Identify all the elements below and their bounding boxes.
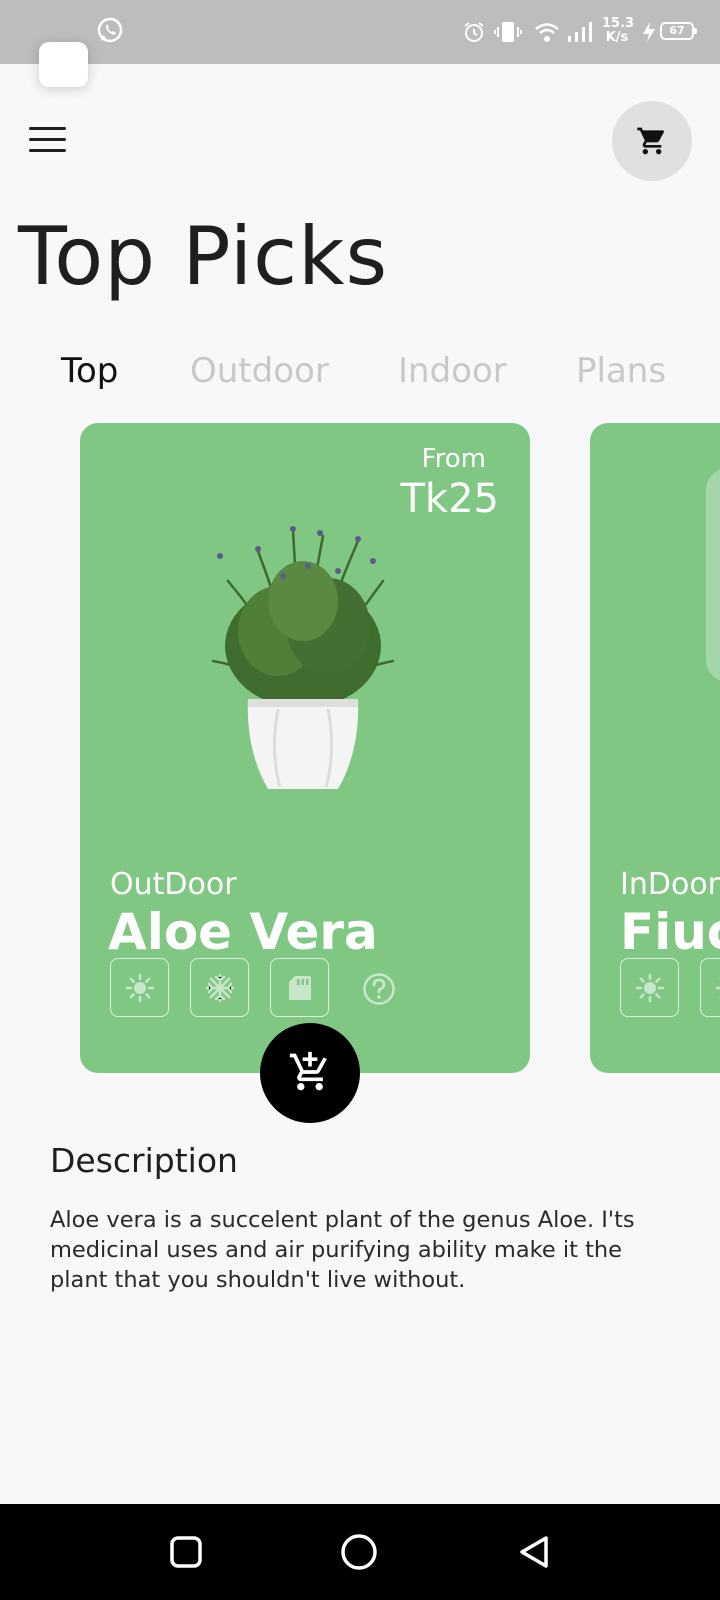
shopping-cart-icon: [637, 127, 665, 155]
status-bar: 15.3 K/s 67: [0, 0, 720, 64]
signal-icon: [568, 22, 592, 42]
plant-card[interactable]: InDoor Fiuc: [590, 423, 720, 1073]
page-title: Top Picks: [18, 210, 389, 303]
description-title: Description: [50, 1141, 238, 1180]
vibrate-icon: [494, 22, 522, 42]
card-image-edge: [706, 468, 720, 682]
tab-indoor[interactable]: Indoor: [398, 348, 507, 394]
network-speed-unit: K/s: [605, 30, 629, 45]
home-circle-icon[interactable]: [340, 1533, 378, 1571]
chip-snow[interactable]: [190, 958, 249, 1017]
network-speed: 15.3 K/s: [602, 16, 635, 45]
description-text: Aloe vera is a succelent plant of the ge…: [50, 1207, 635, 1293]
wifi-icon: [535, 23, 559, 42]
battery-icon: 67: [660, 22, 697, 40]
plant-card[interactable]: From Tk25 OutDoor Aloe Vera: [80, 423, 530, 1073]
snowflake-icon: [205, 973, 235, 1003]
chip-snow[interactable]: [700, 958, 720, 1017]
tab-plans[interactable]: Plans: [576, 348, 666, 394]
add-cart-icon: [289, 1051, 327, 1091]
chip-card[interactable]: [270, 958, 329, 1017]
category-tabs: Top Outdoor Indoor Plans: [0, 348, 720, 398]
recents-square-icon[interactable]: [168, 1534, 204, 1570]
sun-icon: [635, 973, 665, 1003]
network-speed-value: 15.3: [602, 16, 635, 31]
sun-icon: [125, 973, 155, 1003]
chip-sun[interactable]: [110, 958, 169, 1017]
charging-icon: [643, 22, 655, 42]
alarm-icon: [464, 22, 484, 42]
plant-image: [211, 526, 395, 789]
tab-top[interactable]: Top: [61, 348, 118, 394]
plant-name: Fiuc: [620, 903, 720, 961]
whatsapp-icon: [97, 17, 123, 43]
category-label: OutDoor: [110, 867, 237, 902]
snowflake-icon: [715, 977, 720, 999]
from-label: From: [421, 444, 486, 474]
category-label: InDoor: [620, 867, 720, 902]
floating-overlay[interactable]: [39, 42, 88, 87]
system-nav-bar: [0, 1504, 720, 1600]
help-icon[interactable]: [362, 972, 396, 1006]
plant-name: Aloe Vera: [108, 903, 378, 961]
chip-sun[interactable]: [620, 958, 679, 1017]
menu-button[interactable]: [26, 124, 70, 158]
cart-button[interactable]: [612, 101, 692, 181]
price: Tk25: [400, 476, 500, 522]
add-to-cart-button[interactable]: [260, 1023, 360, 1123]
back-triangle-icon[interactable]: [516, 1534, 552, 1570]
sd-card-icon: [289, 976, 311, 1000]
tab-outdoor[interactable]: Outdoor: [190, 348, 329, 394]
